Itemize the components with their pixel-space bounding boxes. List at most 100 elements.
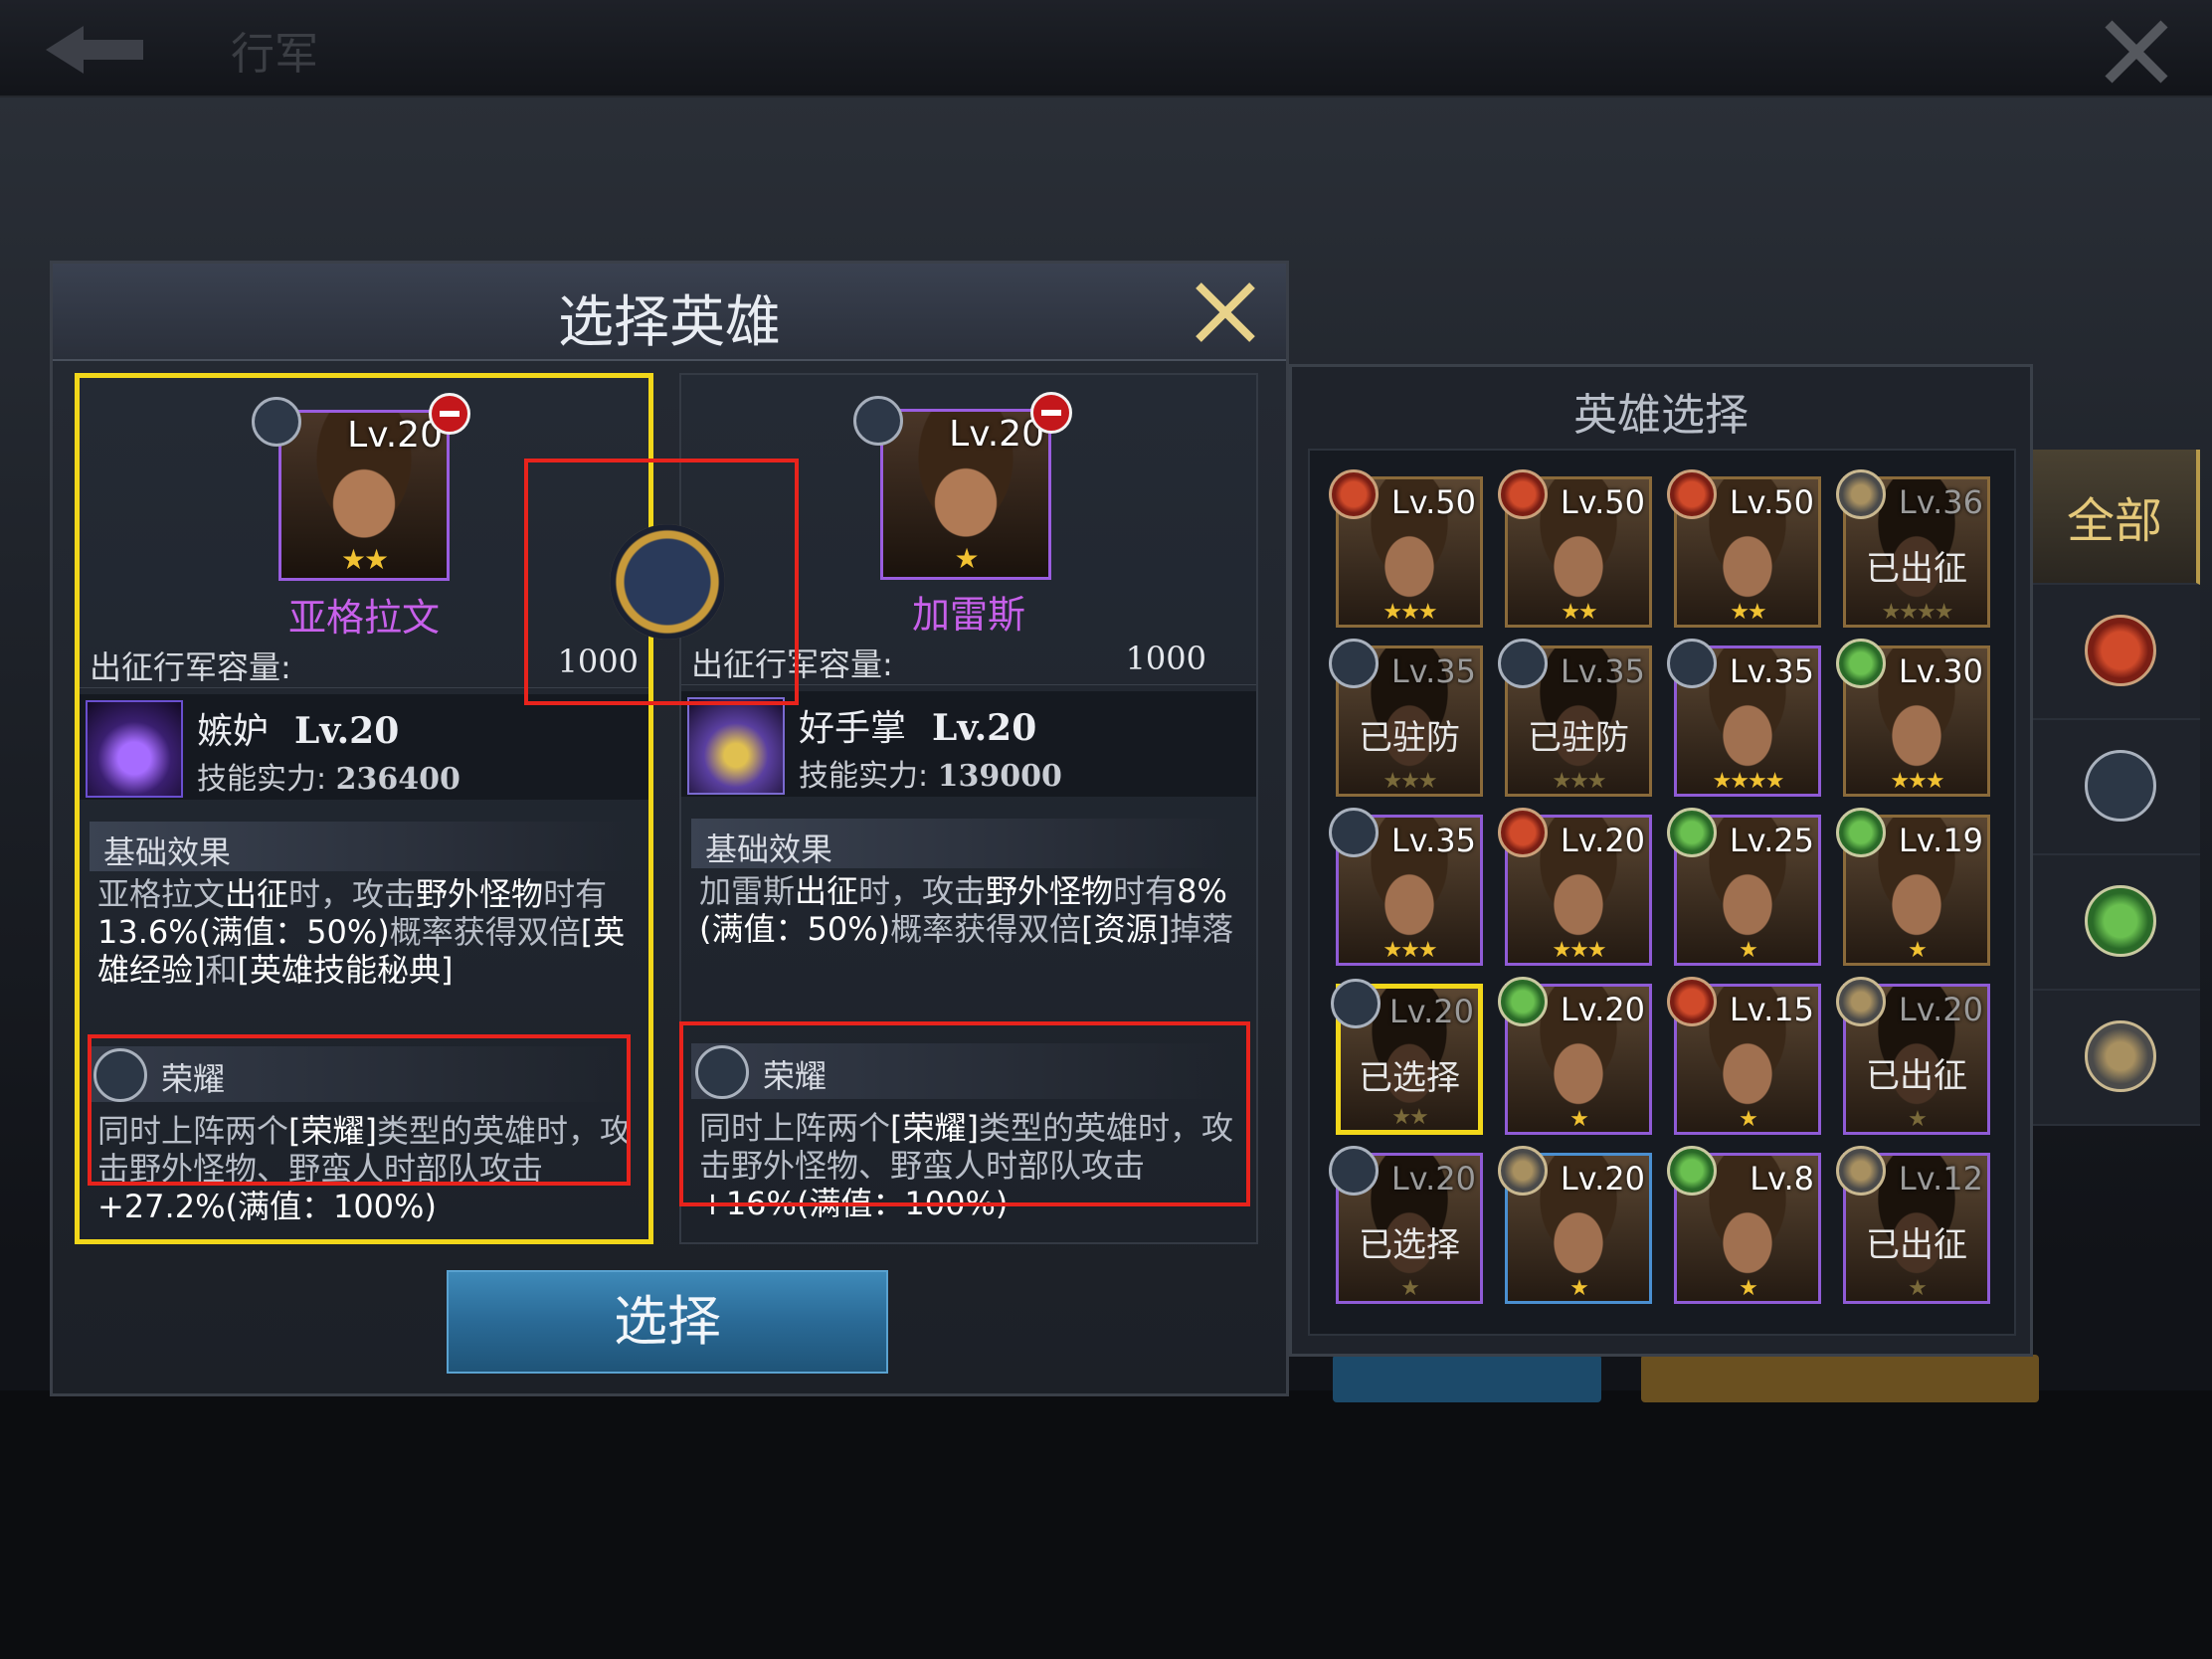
hero-stars: ★ xyxy=(1739,938,1758,963)
hero-stars: ★★★ xyxy=(1382,769,1437,794)
hero-cell[interactable]: Lv.19 ★ xyxy=(1836,808,1990,966)
hero-cell[interactable]: Lv.20 ★ 已出征 xyxy=(1836,977,1990,1135)
hero-cell[interactable]: Lv.20 ★ xyxy=(1498,1146,1652,1304)
page-title: 行军 xyxy=(231,29,318,80)
hero-stars: ★★★ xyxy=(1382,600,1437,625)
hero-cell[interactable]: Lv.35 ★★★ 已驻防 xyxy=(1498,639,1652,797)
hero-status: 已选择 xyxy=(1359,1225,1460,1265)
hero-stars: ★ xyxy=(1908,938,1928,963)
select-button[interactable]: 选择 xyxy=(447,1270,888,1374)
hero-stars: ★ xyxy=(1569,1107,1589,1132)
hero-cell[interactable]: Lv.15 ★ xyxy=(1667,977,1821,1135)
hero-level: Lv.20 xyxy=(1560,1160,1645,1198)
annotation-box-glory-right xyxy=(679,1021,1250,1206)
filter-tabs: 全部 xyxy=(2033,450,2200,1126)
hero-level: Lv.35 xyxy=(1729,652,1814,690)
hero-selection-panel: 英雄选择 Lv.50 ★★★ Lv.50 ★★ Lv.50 ★★ Lv.36 ★★★★ 已出征 L… xyxy=(1289,364,2033,1357)
sword-icon xyxy=(1498,639,1548,688)
hero-cell[interactable]: Lv.35 ★★★ xyxy=(1329,808,1483,966)
hero-level: Lv.20 xyxy=(1898,991,1983,1028)
hero-level: Lv.12 xyxy=(1898,1160,1983,1198)
hero-cell[interactable]: Lv.36 ★★★★ 已出征 xyxy=(1836,469,1990,628)
hero-stars: ★★★ xyxy=(1382,938,1437,963)
hammer-icon xyxy=(1498,1146,1548,1196)
top-bar: 行军 xyxy=(0,0,2212,97)
hero-level: Lv.50 xyxy=(1560,483,1645,521)
fire-icon xyxy=(2085,615,2156,686)
hero-cell[interactable]: Lv.25 ★ xyxy=(1667,808,1821,966)
hero-stars: ★★ xyxy=(1391,1105,1428,1130)
leaf-icon xyxy=(1836,639,1886,688)
dialog-title: 选择英雄 xyxy=(558,290,781,355)
hero-cell[interactable]: Lv.35 ★★★★ xyxy=(1667,639,1821,797)
hammer-icon xyxy=(1836,469,1886,519)
sword-icon xyxy=(853,396,903,446)
hero-cell[interactable]: Lv.12 ★ 已出征 xyxy=(1836,1146,1990,1304)
remove-hero-icon[interactable] xyxy=(1030,392,1072,434)
skill-power: 技能实力: 139000 xyxy=(799,759,1062,794)
hero-portrait[interactable]: Lv.20 ★ xyxy=(853,392,1072,580)
hammer-icon xyxy=(1836,1146,1886,1196)
hero-stars: ★★ xyxy=(340,543,389,576)
hero-status: 已驻防 xyxy=(1359,718,1460,758)
back-arrow-icon[interactable] xyxy=(40,18,149,82)
hero-cell[interactable]: Lv.20 ★ xyxy=(1498,977,1652,1135)
tab-leaf[interactable] xyxy=(2033,855,2200,991)
hero-stars: ★★★ xyxy=(1552,938,1606,963)
leaf-icon xyxy=(1836,808,1886,857)
leaf-icon xyxy=(1667,808,1717,857)
hero-level: Lv.20 xyxy=(1560,822,1645,859)
hero-cell[interactable]: Lv.20 ★★ 已选择 xyxy=(1331,979,1483,1135)
fire-icon xyxy=(1498,469,1548,519)
hero-level: Lv.19 xyxy=(1898,822,1983,859)
hero-level: Lv.20 xyxy=(1560,991,1645,1028)
base-effect-header: 基础效果 xyxy=(90,822,627,871)
hero-stars: ★★★★ xyxy=(1712,769,1785,794)
background-button-blue xyxy=(1333,1355,1601,1402)
hero-status: 已出征 xyxy=(1866,1225,1967,1265)
sword-icon xyxy=(1331,979,1381,1028)
hero-level: Lv.20 xyxy=(1390,1160,1476,1198)
remove-hero-icon[interactable] xyxy=(429,393,470,435)
sword-icon xyxy=(1329,808,1379,857)
hero-level: Lv.35 xyxy=(1390,822,1476,859)
hero-grid: Lv.50 ★★★ Lv.50 ★★ Lv.50 ★★ Lv.36 ★★★★ 已出征 Lv.35 ★… xyxy=(1308,449,2016,1336)
close-icon[interactable] xyxy=(2099,14,2174,90)
select-hero-dialog: 选择英雄 Lv.20 ★★ 亚格拉文 出征行军容量: 1000 嫉妒 Lv.20 … xyxy=(50,261,1289,1396)
hero-cell[interactable]: Lv.20 ★★★ xyxy=(1498,808,1652,966)
hero-cell[interactable]: Lv.50 ★★★ xyxy=(1329,469,1483,628)
leaf-icon xyxy=(1498,977,1548,1026)
hero-status: 已出征 xyxy=(1866,1056,1967,1096)
tab-sword[interactable] xyxy=(2033,720,2200,855)
sword-icon xyxy=(1329,1146,1379,1196)
hero-cell[interactable]: Lv.50 ★★ xyxy=(1667,469,1821,628)
annotation-box-glory-left xyxy=(88,1034,631,1186)
dialog-header: 选择英雄 xyxy=(53,264,1286,361)
hero-cell[interactable]: Lv.50 ★★ xyxy=(1498,469,1652,628)
hero-level: Lv.20 xyxy=(347,415,443,456)
hero-cell[interactable]: Lv.8 ★ xyxy=(1667,1146,1821,1304)
skill-chest-icon xyxy=(86,700,183,798)
fire-icon xyxy=(1329,469,1379,519)
hero-cell[interactable]: Lv.20 ★ 已选择 xyxy=(1329,1146,1483,1304)
tab-fire[interactable] xyxy=(2033,585,2200,720)
base-effect-text: 加雷斯出征时，攻击野外怪物时有8%(满值：50%)概率获得双倍[资源]掉落 xyxy=(699,872,1234,948)
hero-cell[interactable]: Lv.35 ★★★ 已驻防 xyxy=(1329,639,1483,797)
hammer-icon xyxy=(2085,1020,2156,1092)
hero-portrait[interactable]: Lv.20 ★★ xyxy=(252,393,470,581)
fire-icon xyxy=(1498,808,1548,857)
hero-status: 已出征 xyxy=(1866,549,1967,589)
hero-stars: ★ xyxy=(1400,1276,1420,1301)
base-effect-text: 亚格拉文出征时，攻击野外怪物时有13.6%(满值：50%)概率获得双倍[英雄经验… xyxy=(97,875,626,989)
sword-icon xyxy=(1667,639,1717,688)
close-icon[interactable] xyxy=(1189,276,1262,349)
skill-row: 嫉妒 Lv.20 技能实力: 236400 xyxy=(80,694,648,800)
tab-all[interactable]: 全部 xyxy=(2033,450,2200,585)
fire-icon xyxy=(1667,469,1717,519)
annotation-box-medal xyxy=(524,459,799,705)
hero-stars: ★★ xyxy=(1730,600,1766,625)
hero-stars: ★★ xyxy=(1561,600,1597,625)
tab-hammer[interactable] xyxy=(2033,991,2200,1126)
hero-cell[interactable]: Lv.30 ★★★ xyxy=(1836,639,1990,797)
hero-stars: ★ xyxy=(954,542,979,575)
